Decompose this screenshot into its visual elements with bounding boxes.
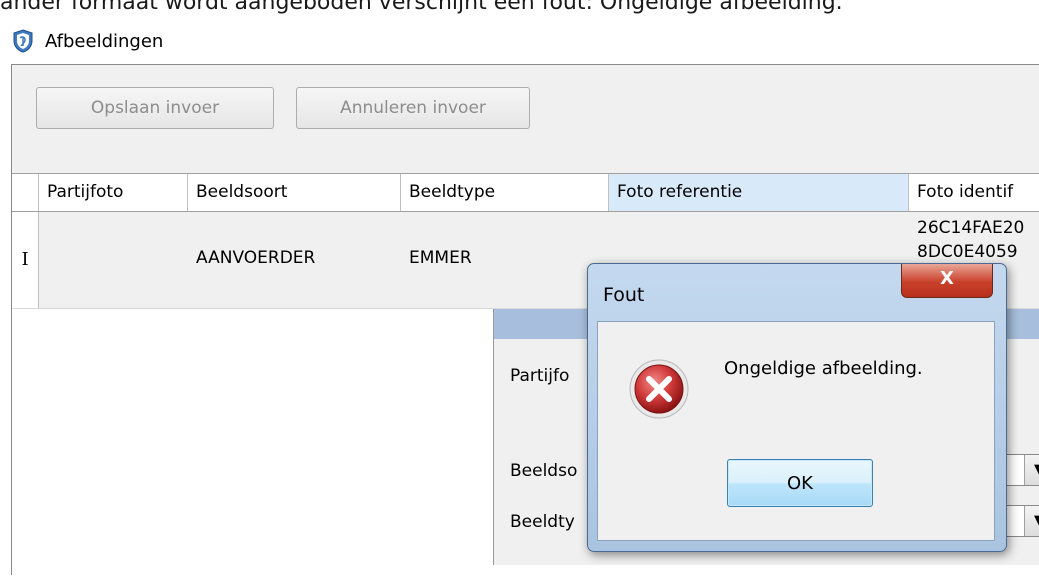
dialog-body: Ongeldige afbeelding. OK — [597, 321, 995, 541]
error-message: Ongeldige afbeelding. — [724, 358, 923, 379]
ok-button[interactable]: OK — [727, 459, 873, 507]
window-title: Afbeeldingen — [45, 31, 164, 52]
column-header-beeldsoort[interactable]: Beeldsoort — [188, 174, 401, 211]
column-header-partijfoto[interactable]: Partijfoto — [39, 174, 188, 211]
column-header-foto-referentie[interactable]: Foto referentie — [609, 174, 909, 211]
label-beeldtype: Beeldty — [510, 512, 575, 532]
column-header-foto-identificatie[interactable]: Foto identif — [909, 174, 1039, 211]
cell-foto-identificatie-line1[interactable]: 26C14FAE20 — [917, 218, 1039, 238]
toolbar: Opslaan invoer Annuleren invoer — [12, 65, 1039, 173]
label-beeldsoort: Beeldso — [510, 461, 578, 481]
column-header-beeldtype[interactable]: Beeldtype — [401, 174, 609, 211]
save-button[interactable]: Opslaan invoer — [36, 87, 274, 129]
chevron-down-icon[interactable]: ▼ — [1024, 455, 1039, 485]
cell-beeldtype[interactable]: EMMER — [409, 248, 599, 268]
close-button[interactable]: X — [901, 264, 993, 298]
cell-foto-identificatie-line2[interactable]: 8DC0E4059 — [917, 242, 1039, 262]
error-icon — [628, 358, 690, 420]
window-title-bar: Afbeeldingen — [0, 20, 1039, 64]
row-header[interactable]: I — [12, 212, 39, 308]
row-header-corner — [12, 174, 39, 211]
grid-header: Partijfoto Beeldsoort Beeldtype Foto ref… — [12, 174, 1039, 212]
cell-beeldsoort[interactable]: AANVOERDER — [196, 248, 396, 268]
document-text: ander formaat wordt aangeboden verschijn… — [0, 0, 843, 15]
error-dialog: Fout X Ongeldige afbeelding. OK — [587, 263, 1007, 552]
cancel-button[interactable]: Annuleren invoer — [296, 87, 530, 129]
chevron-down-icon[interactable]: ▼ — [1024, 506, 1039, 536]
label-partijfoto: Partijfo — [510, 366, 570, 386]
shield-icon — [12, 29, 34, 53]
dialog-title: Fout — [603, 284, 645, 306]
